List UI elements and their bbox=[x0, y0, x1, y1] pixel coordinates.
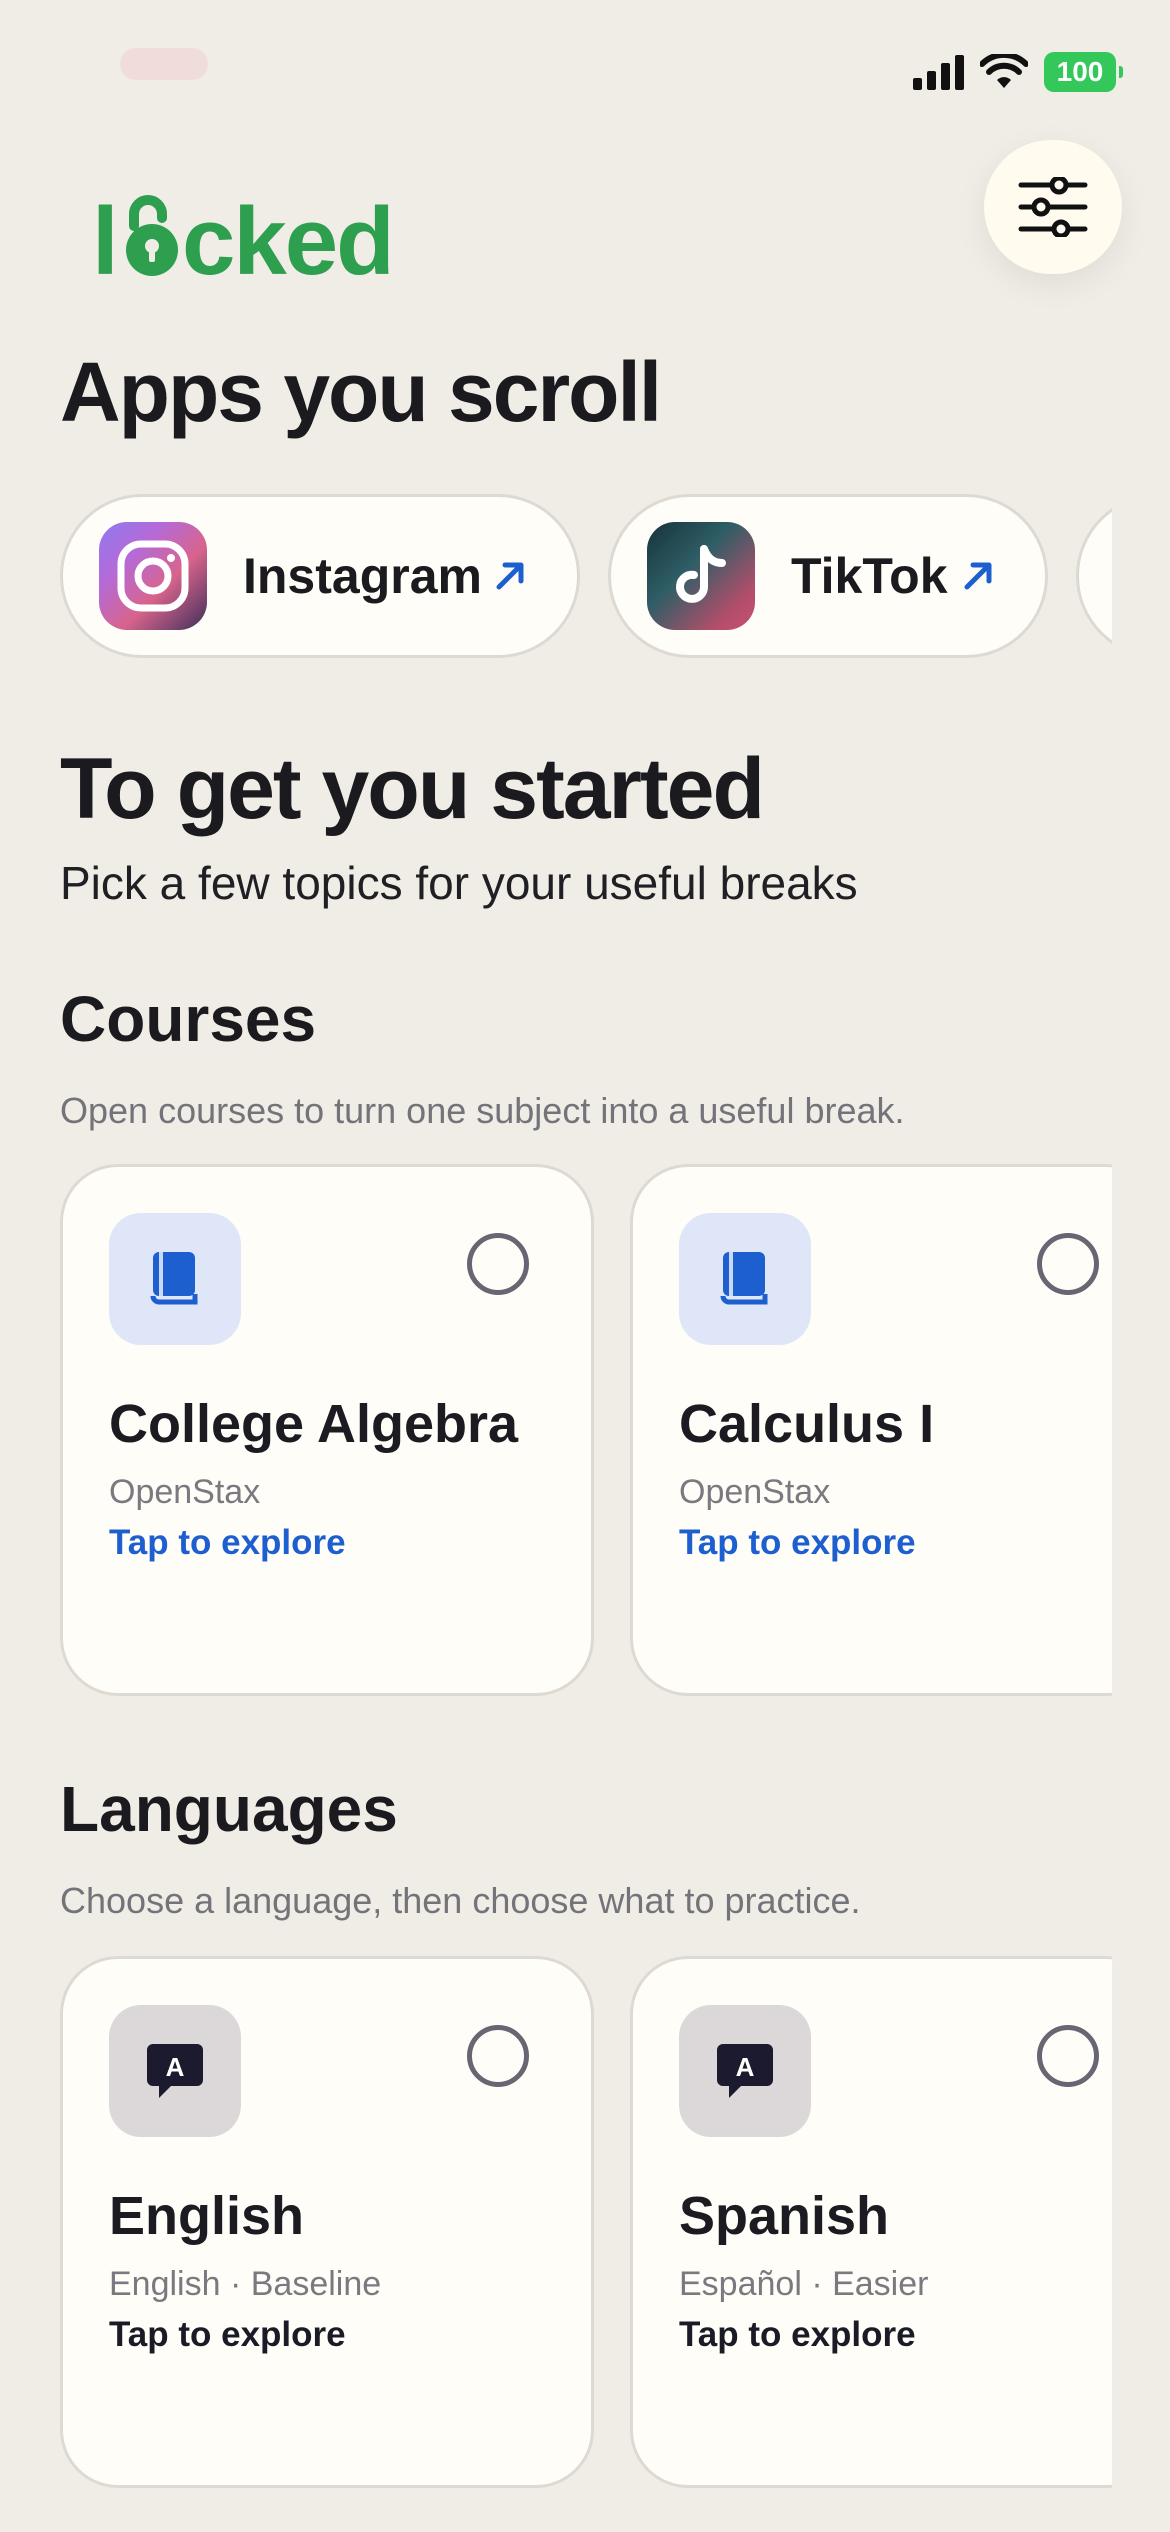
courses-title: Courses bbox=[60, 983, 317, 1055]
select-radio[interactable] bbox=[467, 2025, 529, 2087]
battery-level: 100 bbox=[1056, 56, 1104, 87]
card-title: Spanish bbox=[679, 2186, 890, 2246]
course-card-calculus-i[interactable]: Calculus I OpenStax Tap to explore bbox=[630, 1164, 1112, 1696]
app-chip-partial[interactable] bbox=[1076, 494, 1112, 658]
card-provider: OpenStax bbox=[109, 1473, 261, 1511]
instagram-icon bbox=[99, 522, 207, 630]
cellular-signal-icon bbox=[913, 54, 964, 90]
tap-to-explore-link[interactable]: Tap to explore bbox=[109, 1523, 346, 1563]
apps-row: Instagram TikTok bbox=[0, 494, 1112, 658]
wifi-icon bbox=[980, 54, 1028, 88]
card-provider: OpenStax bbox=[679, 1473, 831, 1511]
course-card-college-algebra[interactable]: College Algebra OpenStax Tap to explore bbox=[60, 1164, 594, 1696]
arrow-up-right-icon bbox=[493, 559, 527, 593]
svg-text:cked: cked bbox=[182, 192, 393, 282]
card-title: English bbox=[109, 2186, 305, 2246]
filter-settings-button[interactable] bbox=[984, 140, 1122, 274]
card-detail: Español · Easier bbox=[679, 2265, 929, 2303]
book-icon bbox=[109, 1213, 241, 1345]
select-radio[interactable] bbox=[1037, 1233, 1099, 1295]
battery-indicator: 100 bbox=[1044, 52, 1123, 92]
tap-to-explore-link[interactable]: Tap to explore bbox=[679, 1523, 916, 1563]
app-logo: l cked bbox=[92, 188, 402, 295]
app-name: TikTok bbox=[791, 548, 948, 604]
status-bar: 100 bbox=[913, 52, 1123, 92]
arrow-up-right-icon bbox=[961, 559, 995, 593]
translate-bubble-icon: A bbox=[109, 2005, 241, 2137]
intro-title: To get you started bbox=[60, 741, 765, 837]
languages-title: Languages bbox=[60, 1773, 398, 1845]
book-icon bbox=[679, 1213, 811, 1345]
tap-to-explore-link[interactable]: Tap to explore bbox=[109, 2315, 346, 2355]
app-chip-instagram[interactable]: Instagram bbox=[60, 494, 580, 658]
intro-subtitle: Pick a few topics for your useful breaks bbox=[60, 857, 858, 909]
apps-section-title: Apps you scroll bbox=[60, 345, 662, 439]
card-title: College Algebra bbox=[109, 1394, 519, 1454]
app-name: Instagram bbox=[243, 548, 482, 604]
courses-description: Open courses to turn one subject into a … bbox=[60, 1090, 905, 1131]
select-radio[interactable] bbox=[467, 1233, 529, 1295]
language-card-spanish[interactable]: A Spanish Español · Easier Tap to explor… bbox=[630, 1956, 1112, 2488]
sliders-icon bbox=[1018, 177, 1088, 237]
languages-carousel: A English English · Baseline Tap to expl… bbox=[0, 1956, 1112, 2496]
card-title: Calculus I bbox=[679, 1394, 935, 1454]
app-chip-tiktok[interactable]: TikTok bbox=[608, 494, 1048, 658]
tiktok-icon bbox=[647, 522, 755, 630]
translate-bubble-icon: A bbox=[679, 2005, 811, 2137]
screen: 100 l cked Apps you scroll Instagram Tik… bbox=[0, 0, 1170, 2532]
card-detail: English · Baseline bbox=[109, 2265, 382, 2303]
language-card-english[interactable]: A English English · Baseline Tap to expl… bbox=[60, 1956, 594, 2488]
courses-carousel: College Algebra OpenStax Tap to explore … bbox=[0, 1164, 1112, 1704]
svg-text:l: l bbox=[92, 192, 117, 282]
svg-text:A: A bbox=[166, 2052, 185, 2082]
tap-to-explore-link[interactable]: Tap to explore bbox=[679, 2315, 916, 2355]
status-pill-indicator bbox=[120, 48, 208, 80]
svg-text:A: A bbox=[736, 2052, 755, 2082]
select-radio[interactable] bbox=[1037, 2025, 1099, 2087]
languages-description: Choose a language, then choose what to p… bbox=[60, 1880, 861, 1921]
